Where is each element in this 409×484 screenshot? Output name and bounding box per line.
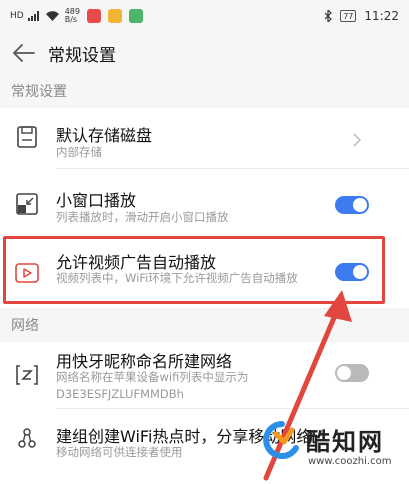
toggle-knob (353, 265, 367, 279)
network-name-icon (16, 365, 38, 385)
watermark-url: www.coozhi.com (308, 456, 392, 467)
clock: 11:22 (364, 9, 399, 23)
storage-disk-icon (17, 126, 37, 148)
status-left: HD 489 B/s (10, 8, 143, 24)
setting-title: 默认存储磁盘 (56, 126, 153, 145)
video-ad-autoplay-toggle[interactable] (335, 263, 369, 281)
mini-window-icon (16, 193, 38, 215)
section-header-general: 常规设置 (0, 74, 409, 108)
wifi-icon (45, 11, 59, 21)
app-notification-icon (86, 9, 101, 23)
setting-row-mini-window[interactable]: 小窗口播放 列表播放时，滑动开启小窗口播放 (0, 169, 409, 233)
nickname-network-toggle[interactable] (335, 364, 369, 382)
setting-subtitle: 内部存储 (56, 145, 102, 159)
setting-title: 小窗口播放 (56, 191, 137, 210)
share-nodes-icon (18, 428, 36, 448)
setting-subtitle: 移动网络可供连接者使用 (56, 445, 183, 459)
setting-row-nickname-network[interactable]: 用快牙昵称命名所建网络 网络名称在苹果设备wifi列表中显示为 D3E3ESFJ… (0, 342, 409, 406)
signal-icon (27, 11, 39, 21)
bluetooth-icon (324, 10, 333, 22)
setting-subtitle: 列表播放时，滑动开启小窗口播放 (56, 210, 229, 224)
video-play-icon (15, 263, 39, 283)
network-type-label: HD (10, 10, 24, 21)
setting-subtitle: 网络名称在苹果设备wifi列表中显示为 D3E3ESFJZLUFMMDBh (56, 370, 249, 401)
toggle-knob (337, 366, 351, 380)
back-arrow-icon[interactable] (12, 42, 36, 64)
app-notification-icon (107, 9, 122, 23)
setting-subtitle: 视频列表中，WiFi环境下允许视频广告自动播放 (56, 271, 298, 285)
net-speed: 489 B/s (65, 8, 80, 24)
app-notification-icon (128, 9, 143, 23)
status-right: 77 11:22 (324, 9, 399, 23)
battery-level: 77 (343, 11, 354, 21)
mini-window-toggle[interactable] (335, 196, 369, 214)
status-bar: HD 489 B/s 77 11:22 (0, 0, 409, 32)
chevron-right-icon (353, 133, 362, 147)
watermark: 酷知网 www.coozhi.com (262, 420, 402, 480)
coozhi-logo-icon (263, 421, 299, 459)
watermark-brand: 酷知网 (306, 428, 384, 456)
setting-row-video-ad-autoplay[interactable]: 允许视频广告自动播放 视频列表中，WiFi环境下允许视频广告自动播放 (0, 238, 409, 304)
battery-icon: 77 (340, 10, 357, 22)
setting-row-storage[interactable]: 默认存储磁盘 内部存储 (0, 108, 409, 168)
page-title: 常规设置 (48, 46, 116, 66)
section-header-network: 网络 (0, 308, 409, 342)
net-speed-unit: B/s (64, 15, 78, 24)
header-bar: 常规设置 (0, 32, 409, 74)
toggle-knob (353, 198, 367, 212)
